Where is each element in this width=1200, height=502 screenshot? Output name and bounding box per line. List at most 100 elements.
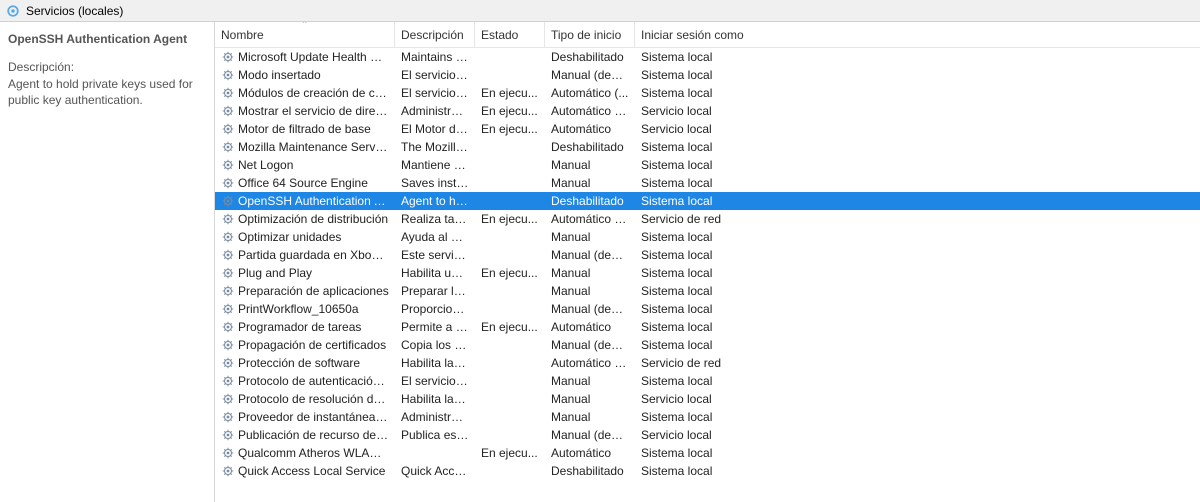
service-row[interactable]: Mozilla Maintenance ServiceThe Mozilla .…: [215, 138, 1200, 156]
cell-description: Habilita la re...: [395, 392, 475, 406]
service-gear-icon: [221, 428, 235, 442]
service-gear-icon: [221, 284, 235, 298]
cell-startup-type: Deshabilitado: [545, 194, 635, 208]
cell-name: Preparación de aplicaciones: [215, 284, 395, 298]
cell-startup-type: Automático (i...: [545, 356, 635, 370]
cell-description: Publica este ...: [395, 428, 475, 442]
cell-startup-type: Deshabilitado: [545, 50, 635, 64]
cell-name: Publicación de recurso de d...: [215, 428, 395, 442]
service-name-text: Programador de tareas: [238, 320, 389, 334]
service-gear-icon: [221, 410, 235, 424]
cell-startup-type: Automático (...: [545, 86, 635, 100]
service-name-text: Publicación de recurso de d...: [238, 428, 389, 442]
cell-startup-type: Manual (dese...: [545, 338, 635, 352]
service-row[interactable]: Propagación de certificadosCopia los ce.…: [215, 336, 1200, 354]
cell-name: Net Logon: [215, 158, 395, 172]
service-name-text: Módulos de creación de cla...: [238, 86, 389, 100]
service-row[interactable]: Publicación de recurso de d... Publica es…: [215, 426, 1200, 444]
cell-description: Quick Acces...: [395, 464, 475, 478]
cell-startup-type: Manual: [545, 284, 635, 298]
cell-startup-type: Manual (dese...: [545, 302, 635, 316]
service-gear-icon: [221, 158, 235, 172]
service-name-text: Qualcomm Atheros WLAN ...: [238, 446, 389, 460]
cell-startup-type: Manual: [545, 410, 635, 424]
service-row[interactable]: Mostrar el servicio de direct... Administ…: [215, 102, 1200, 120]
cell-name: Protocolo de autenticación ...: [215, 374, 395, 388]
service-row[interactable]: Net LogonMantiene u...ManualSistema loca…: [215, 156, 1200, 174]
cell-startup-type: Manual (dese...: [545, 68, 635, 82]
cell-logon-as: Sistema local: [635, 266, 795, 280]
service-name-text: PrintWorkflow_10650a: [238, 302, 389, 316]
service-gear-icon: [221, 320, 235, 334]
service-row[interactable]: OpenSSH Authentication A...Agent to hol.…: [215, 192, 1200, 210]
cell-startup-type: Manual: [545, 176, 635, 190]
cell-logon-as: Sistema local: [635, 176, 795, 190]
cell-status: En ejecu...: [475, 86, 545, 100]
cell-name: Mostrar el servicio de direct...: [215, 104, 395, 118]
service-row[interactable]: PrintWorkflow_10650a Proporciona... Manual…: [215, 300, 1200, 318]
service-row[interactable]: Optimizar unidadesAyuda al eq...ManualSi…: [215, 228, 1200, 246]
titlebar-title: Servicios (locales): [26, 4, 123, 18]
cell-startup-type: Manual (dese...: [545, 428, 635, 442]
service-name-text: Modo insertado: [238, 68, 389, 82]
service-row[interactable]: Optimización de distribuciónRealiza tare…: [215, 210, 1200, 228]
sort-ascending-icon: ⌃: [301, 22, 309, 30]
titlebar: Servicios (locales): [0, 0, 1200, 22]
cell-description: Este servicio...: [395, 248, 475, 262]
service-name-text: Net Logon: [238, 158, 389, 172]
cell-name: Mozilla Maintenance Service: [215, 140, 395, 154]
service-row[interactable]: Protocolo de resolución de ...Habilita l…: [215, 390, 1200, 408]
cell-description: Preparar las ...: [395, 284, 475, 298]
description-text: Agent to hold private keys used for publ…: [8, 76, 204, 108]
details-panel: OpenSSH Authentication Agent Descripción…: [0, 22, 214, 502]
cell-name: Proveedor de instantáneas ...: [215, 410, 395, 424]
cell-logon-as: Sistema local: [635, 86, 795, 100]
cell-name: Optimización de distribución: [215, 212, 395, 226]
service-name-text: Mostrar el servicio de direct...: [238, 104, 389, 118]
cell-logon-as: Sistema local: [635, 338, 795, 352]
cell-status: En ejecu...: [475, 122, 545, 136]
service-gear-icon: [221, 302, 235, 316]
cell-description: El servicio IK...: [395, 86, 475, 100]
cell-logon-as: Sistema local: [635, 374, 795, 388]
cell-status: En ejecu...: [475, 446, 545, 460]
service-row[interactable]: Motor de filtrado de baseEl Motor de ...…: [215, 120, 1200, 138]
column-header-logon-as[interactable]: Iniciar sesión como: [635, 22, 795, 47]
cell-name: Partida guardada en Xbox L...: [215, 248, 395, 262]
service-row[interactable]: Módulos de creación de cla... El servicio…: [215, 84, 1200, 102]
service-row[interactable]: Qualcomm Atheros WLAN ...En ejecu...Auto…: [215, 444, 1200, 462]
column-header-status[interactable]: Estado: [475, 22, 545, 47]
service-row[interactable]: Quick Access Local ServiceQuick Acces...…: [215, 462, 1200, 480]
service-row[interactable]: Plug and PlayHabilita un ...En ejecu...M…: [215, 264, 1200, 282]
services-app-icon: [6, 4, 20, 18]
service-row[interactable]: Protección de softwareHabilita la d...Au…: [215, 354, 1200, 372]
cell-logon-as: Sistema local: [635, 158, 795, 172]
cell-description: El servicio d...: [395, 68, 475, 82]
service-gear-icon: [221, 392, 235, 406]
service-row[interactable]: Preparación de aplicacionesPreparar las …: [215, 282, 1200, 300]
selected-service-heading: OpenSSH Authentication Agent: [8, 32, 204, 46]
cell-logon-as: Sistema local: [635, 194, 795, 208]
cell-startup-type: Deshabilitado: [545, 464, 635, 478]
service-row[interactable]: Proveedor de instantáneas ...Administra …: [215, 408, 1200, 426]
service-row[interactable]: Modo insertado El servicio d... Manual (de…: [215, 66, 1200, 84]
cell-description: Administra l...: [395, 104, 475, 118]
cell-logon-as: Sistema local: [635, 410, 795, 424]
service-row[interactable]: Microsoft Update Health Se...Maintains U…: [215, 48, 1200, 66]
service-row[interactable]: Protocolo de autenticación ...El servici…: [215, 372, 1200, 390]
cell-name: Programador de tareas: [215, 320, 395, 334]
cell-description: Proporciona...: [395, 302, 475, 316]
service-row[interactable]: Office 64 Source EngineSaves install...M…: [215, 174, 1200, 192]
column-header-name[interactable]: Nombre ⌃: [215, 22, 395, 47]
services-rows[interactable]: Microsoft Update Health Se...Maintains U…: [215, 48, 1200, 502]
cell-name: OpenSSH Authentication A...: [215, 194, 395, 208]
service-gear-icon: [221, 446, 235, 460]
service-row[interactable]: Partida guardada en Xbox L...Este servic…: [215, 246, 1200, 264]
service-name-text: Propagación de certificados: [238, 338, 389, 352]
cell-startup-type: Manual: [545, 158, 635, 172]
service-name-text: Microsoft Update Health Se...: [238, 50, 389, 64]
cell-logon-as: Servicio local: [635, 392, 795, 406]
column-header-startup-type[interactable]: Tipo de inicio: [545, 22, 635, 47]
service-row[interactable]: Programador de tareasPermite a u...En ej…: [215, 318, 1200, 336]
column-header-description[interactable]: Descripción: [395, 22, 475, 47]
